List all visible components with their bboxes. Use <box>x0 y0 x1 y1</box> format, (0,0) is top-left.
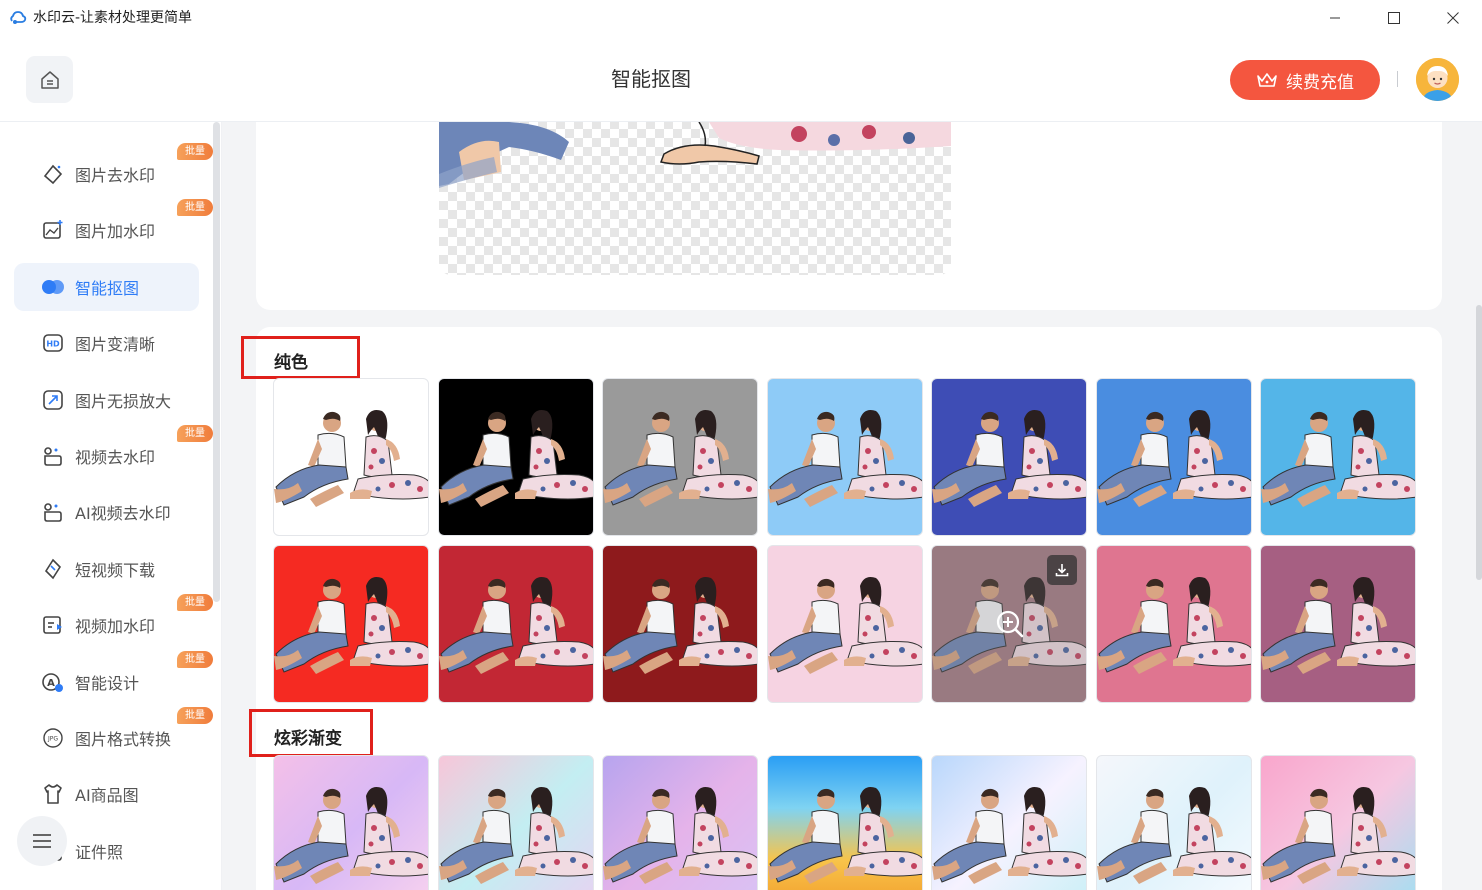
sidebar-item-label: 图片加水印 <box>75 222 156 242</box>
main-content: 纯色 炫彩渐变 <box>222 122 1482 890</box>
zoom-in-icon <box>996 610 1024 638</box>
gradient-tile[interactable] <box>767 755 923 890</box>
solid-color-tile[interactable] <box>438 545 594 703</box>
video-add-icon <box>40 612 66 638</box>
header-divider <box>1397 71 1398 87</box>
sidebar-item-7[interactable]: 短视频下载 <box>14 545 199 593</box>
sidebar: 图片去水印 批量 图片加水印 批量 智能抠图 HD 图片变清晰 图片无损放大 视频去水印 批量 AI… <box>0 122 222 890</box>
svg-text:JPG: JPG <box>47 736 58 743</box>
image-add-icon <box>40 217 66 243</box>
solid-color-tile[interactable] <box>931 378 1087 536</box>
sidebar-item-11[interactable]: AI商品图 <box>14 770 199 818</box>
app-header: 智能抠图 续费充值 <box>0 36 1482 122</box>
solid-color-tile[interactable] <box>1260 378 1416 536</box>
app-logo-icon <box>10 11 27 24</box>
ai-video-icon <box>40 499 66 525</box>
gradient-tile[interactable] <box>273 755 429 890</box>
sidebar-item-6[interactable]: AI视频去水印 <box>14 488 199 536</box>
collapse-sidebar-button[interactable] <box>17 816 67 866</box>
main-scrollbar[interactable] <box>1476 305 1482 580</box>
gradient-tile[interactable] <box>1260 755 1416 890</box>
highlight-box-gradient <box>249 709 373 757</box>
sidebar-item-4[interactable]: 图片无损放大 <box>14 376 199 424</box>
solid-color-tile[interactable] <box>1096 545 1252 703</box>
gradient-tile[interactable] <box>931 755 1087 890</box>
eraser-icon <box>40 161 66 187</box>
gradient-tile[interactable] <box>438 755 594 890</box>
sidebar-item-2[interactable]: 智能抠图 <box>14 262 199 311</box>
user-avatar-icon <box>1416 58 1459 101</box>
solid-color-tile[interactable] <box>1096 378 1252 536</box>
enlarge-icon <box>40 387 66 413</box>
batch-badge: 批量 <box>177 650 213 668</box>
sidebar-item-5[interactable]: 视频去水印 批量 <box>14 425 213 480</box>
download-icon <box>1055 564 1069 577</box>
minimize-button[interactable] <box>1306 0 1364 36</box>
close-icon <box>1447 12 1459 24</box>
highlight-box-solid <box>241 336 360 379</box>
sidebar-item-10[interactable]: JPG 图片格式转换 批量 <box>14 707 213 762</box>
cutout-preview-image <box>439 122 951 275</box>
svg-text:HD: HD <box>46 340 60 349</box>
download-video-icon <box>40 556 66 582</box>
sidebar-scrollbar[interactable] <box>213 122 220 602</box>
solid-color-tile[interactable] <box>1260 545 1416 703</box>
sidebar-item-label: 智能抠图 <box>75 278 140 298</box>
sidebar-item-3[interactable]: HD 图片变清晰 <box>14 319 199 367</box>
download-button[interactable] <box>1047 555 1077 585</box>
sidebar-item-label: 图片格式转换 <box>75 730 172 749</box>
solid-color-tile[interactable] <box>438 378 594 536</box>
sidebar-item-label: 视频去水印 <box>75 448 156 467</box>
maximize-button[interactable] <box>1365 0 1423 36</box>
solid-color-tile[interactable] <box>931 545 1087 703</box>
hd-icon: HD <box>40 330 66 356</box>
crown-icon <box>1257 73 1277 87</box>
avatar[interactable] <box>1416 58 1459 101</box>
sidebar-item-label: 视频加水印 <box>75 617 156 637</box>
batch-badge: 批量 <box>177 594 213 612</box>
renew-button[interactable]: 续费充值 <box>1230 60 1380 100</box>
title-bar: 水印云-让素材处理更简单 <box>0 0 1482 36</box>
close-button[interactable] <box>1424 0 1482 36</box>
solid-color-tile[interactable] <box>602 378 758 536</box>
maximize-icon <box>1388 12 1400 24</box>
sidebar-item-label: 图片去水印 <box>75 166 156 185</box>
batch-badge: 批量 <box>177 199 213 217</box>
preview-card <box>256 122 1442 310</box>
sidebar-item-label: 图片变清晰 <box>75 335 156 355</box>
batch-badge: 批量 <box>177 143 213 160</box>
design-icon: A <box>40 669 66 695</box>
window-title: 水印云-让素材处理更简单 <box>33 10 193 26</box>
sidebar-item-label: AI商品图 <box>75 786 139 806</box>
page-title: 智能抠图 <box>611 67 691 91</box>
sidebar-item-label: 短视频下载 <box>75 560 156 580</box>
zoom-in-button[interactable] <box>994 608 1026 640</box>
gradient-tile[interactable] <box>602 755 758 890</box>
minimize-icon <box>1330 17 1340 19</box>
sidebar-item-label: 证件照 <box>75 842 124 862</box>
sidebar-item-label: AI视频去水印 <box>75 504 171 524</box>
renew-label: 续费充值 <box>1286 72 1354 93</box>
batch-badge: 批量 <box>177 425 213 442</box>
svg-text:A: A <box>47 678 55 689</box>
solid-color-tile[interactable] <box>273 378 429 536</box>
video-clean-icon <box>40 443 66 469</box>
menu-collapse-icon <box>33 834 51 848</box>
solid-color-tile[interactable] <box>767 378 923 536</box>
gradient-tile[interactable] <box>1096 755 1252 890</box>
sidebar-item-label: 智能设计 <box>75 673 140 693</box>
jpg-icon: JPG <box>40 725 66 751</box>
sidebar-item-0[interactable]: 图片去水印 批量 <box>14 143 213 198</box>
batch-badge: 批量 <box>177 707 213 724</box>
sidebar-item-1[interactable]: 图片加水印 批量 <box>14 199 213 254</box>
solid-color-tile[interactable] <box>273 545 429 703</box>
cutout-icon <box>40 274 66 300</box>
preview-subjects <box>439 122 951 188</box>
sidebar-item-9[interactable]: A 智能设计 批量 <box>14 650 213 706</box>
sidebar-item-label: 图片无损放大 <box>75 391 172 411</box>
sidebar-item-8[interactable]: 视频加水印 批量 <box>14 594 213 649</box>
shirt-icon <box>40 781 66 807</box>
solid-color-tile[interactable] <box>602 545 758 703</box>
solid-color-tile[interactable] <box>767 545 923 703</box>
